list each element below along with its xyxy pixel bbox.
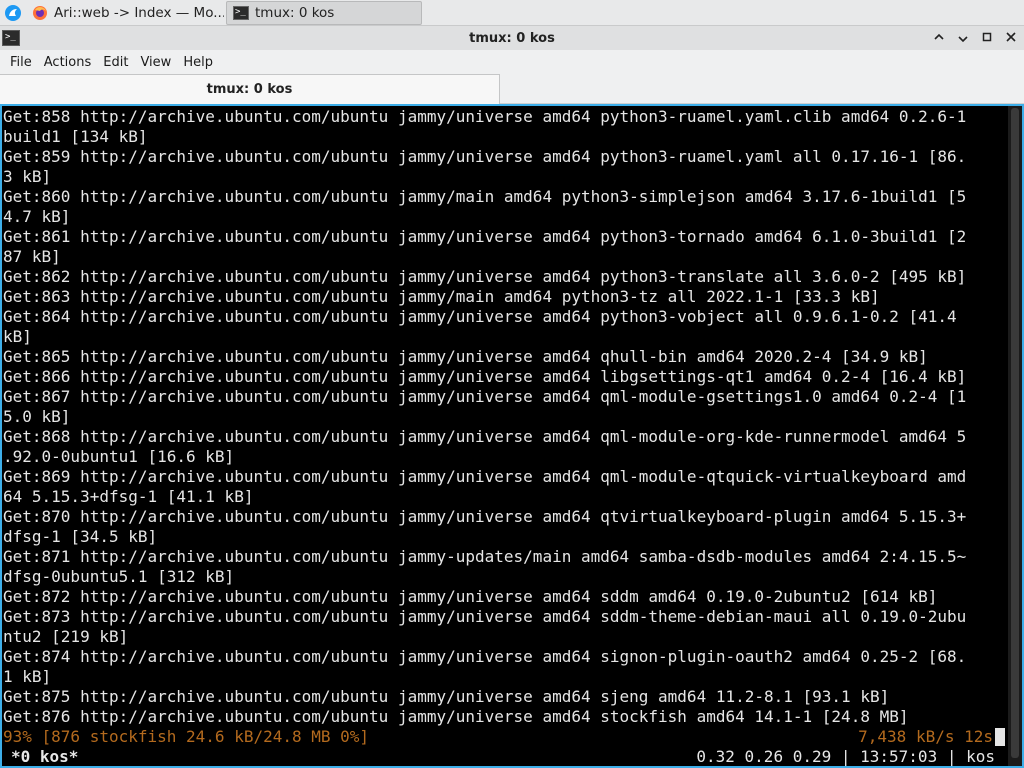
terminal-output: Get:858 http://archive.ubuntu.com/ubuntu…	[3, 107, 1007, 727]
terminal-line: Get:858 http://archive.ubuntu.com/ubuntu…	[3, 107, 967, 126]
terminal-app-icon[interactable]: >_	[2, 30, 20, 46]
terminal-line: dfsg-1 [34.5 kB]	[3, 527, 158, 546]
terminal-line: Get:861 http://archive.ubuntu.com/ubuntu…	[3, 227, 967, 246]
terminal-icon: >_	[233, 5, 249, 20]
terminal-line: Get:872 http://archive.ubuntu.com/ubuntu…	[3, 587, 938, 606]
terminal-line: .92.0-0ubuntu1 [16.6 kB]	[3, 447, 235, 466]
terminal-line: 87 kB]	[3, 247, 61, 266]
launcher-icon	[5, 4, 21, 21]
terminal-line: Get:863 http://archive.ubuntu.com/ubuntu…	[3, 287, 880, 306]
terminal-scrollbar[interactable]	[1008, 106, 1022, 766]
firefox-icon	[32, 5, 48, 21]
terminal-line: Get:859 http://archive.ubuntu.com/ubuntu…	[3, 147, 967, 166]
tmux-status-bar: *0 kos* 0.32 0.26 0.29 | 13:57:03 | kos	[3, 747, 1007, 767]
taskbar-task-firefox[interactable]: Ari::web -> Index — Mo...	[26, 1, 224, 25]
terminal-cursor	[995, 728, 1005, 746]
progress-rate: 7,438 kB/s 12s	[858, 727, 993, 746]
menu-help[interactable]: Help	[177, 55, 219, 70]
terminal-line: Get:871 http://archive.ubuntu.com/ubuntu…	[3, 547, 967, 566]
terminal-view[interactable]: Get:858 http://archive.ubuntu.com/ubuntu…	[0, 104, 1024, 768]
taskbar: Ari::web -> Index — Mo... >_ tmux: 0 kos	[0, 0, 1024, 26]
terminal-line: Get:868 http://archive.ubuntu.com/ubuntu…	[3, 427, 967, 446]
terminal-line: Get:866 http://archive.ubuntu.com/ubuntu…	[3, 367, 967, 386]
window-title: tmux: 0 kos	[469, 30, 555, 46]
menu-view[interactable]: View	[134, 55, 177, 70]
terminal-line: ntu2 [219 kB]	[3, 627, 129, 646]
terminal-line: 4.7 kB]	[3, 207, 71, 226]
terminal-line: 5.0 kB]	[3, 407, 71, 426]
terminal-line: 64 5.15.3+dfsg-1 [41.1 kB]	[3, 487, 254, 506]
minimize-button[interactable]	[956, 30, 970, 44]
terminal-line: kB]	[3, 327, 32, 346]
progress-status: 93% [876 stockfish 24.6 kB/24.8 MB 0%]	[3, 727, 370, 746]
window-titlebar[interactable]: >_ tmux: 0 kos	[0, 26, 1024, 50]
terminal-line: Get:873 http://archive.ubuntu.com/ubuntu…	[3, 607, 967, 626]
taskbar-task-label: tmux: 0 kos	[255, 4, 335, 21]
taskbar-task-label: Ari::web -> Index — Mo...	[54, 4, 224, 21]
terminal-line: build1 [134 kB]	[3, 127, 148, 146]
menu-edit[interactable]: Edit	[97, 55, 134, 70]
menu-bar: File Actions Edit View Help	[0, 50, 1024, 74]
tmux-window-tab[interactable]: *0 kos*	[11, 747, 78, 767]
terminal-line: Get:860 http://archive.ubuntu.com/ubuntu…	[3, 187, 967, 206]
menu-actions[interactable]: Actions	[38, 55, 98, 70]
application-launcher[interactable]	[0, 0, 26, 26]
terminal-line: Get:867 http://archive.ubuntu.com/ubuntu…	[3, 387, 967, 406]
terminal-line: Get:875 http://archive.ubuntu.com/ubuntu…	[3, 687, 890, 706]
terminal-line: Get:876 http://archive.ubuntu.com/ubuntu…	[3, 707, 909, 726]
minimize-chevron-icon[interactable]	[932, 30, 946, 44]
scrollbar-thumb[interactable]	[1011, 108, 1019, 758]
tab-bar: tmux: 0 kos	[0, 74, 1024, 104]
apt-progress-line: 93% [876 stockfish 24.6 kB/24.8 MB 0%] 7…	[3, 727, 1007, 747]
terminal-line: 1 kB]	[3, 667, 52, 686]
maximize-button[interactable]	[980, 30, 994, 44]
terminal-line: Get:862 http://archive.ubuntu.com/ubuntu…	[3, 267, 967, 286]
terminal-line: Get:865 http://archive.ubuntu.com/ubuntu…	[3, 347, 928, 366]
terminal-line: Get:864 http://archive.ubuntu.com/ubuntu…	[3, 307, 957, 326]
terminal-line: Get:874 http://archive.ubuntu.com/ubuntu…	[3, 647, 967, 666]
menu-file[interactable]: File	[4, 55, 38, 70]
terminal-line: dfsg-0ubuntu5.1 [312 kB]	[3, 567, 235, 586]
tab-tmux[interactable]: tmux: 0 kos	[0, 74, 500, 104]
taskbar-task-terminal[interactable]: >_ tmux: 0 kos	[226, 0, 422, 25]
tmux-status-right: 0.32 0.26 0.29 | 13:57:03 | kos	[696, 747, 995, 766]
terminal-line: Get:869 http://archive.ubuntu.com/ubuntu…	[3, 467, 967, 486]
terminal-line: 3 kB]	[3, 167, 52, 186]
close-button[interactable]	[1004, 30, 1018, 44]
terminal-line: Get:870 http://archive.ubuntu.com/ubuntu…	[3, 507, 967, 526]
